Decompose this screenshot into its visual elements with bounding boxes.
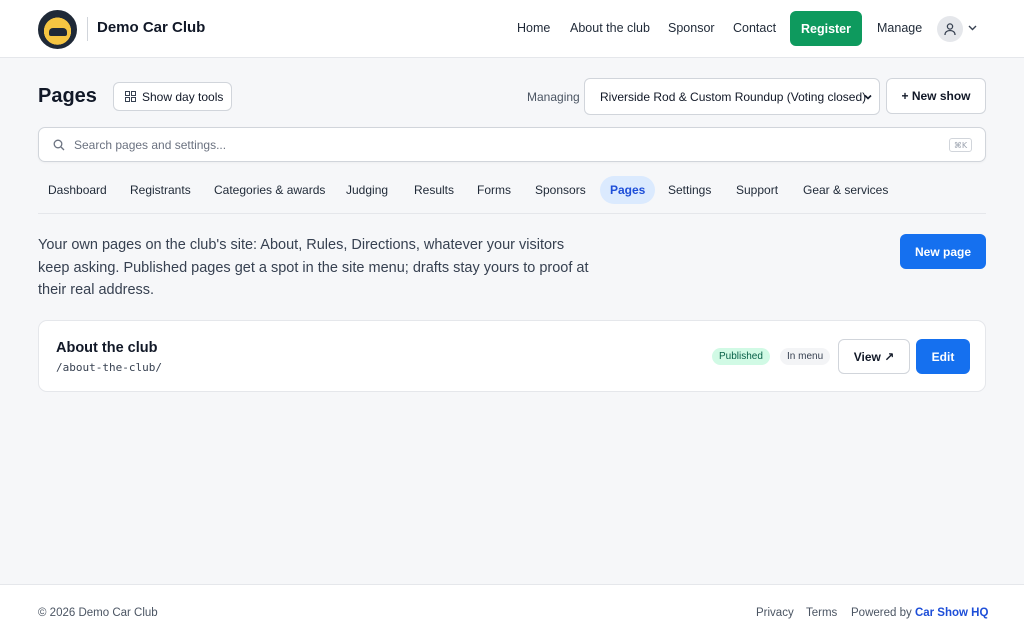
brand-name[interactable]: Demo Car Club — [97, 19, 205, 36]
register-button[interactable]: Register — [790, 11, 862, 46]
nav-manage[interactable]: Manage — [877, 21, 922, 35]
top-navbar: Demo Car Club Home About the club Sponso… — [0, 0, 1024, 58]
page-title-text: About the club — [56, 340, 158, 356]
new-page-button[interactable]: New page — [900, 234, 986, 269]
tab-categories-awards[interactable]: Categories & awards — [204, 176, 335, 204]
powered-brand-link[interactable]: Car Show HQ — [915, 607, 988, 619]
user-icon — [944, 23, 956, 36]
chevron-down-icon[interactable] — [967, 22, 978, 33]
tab-gear-services[interactable]: Gear & services — [793, 176, 898, 204]
tab-judging[interactable]: Judging — [336, 176, 398, 204]
tab-support[interactable]: Support — [726, 176, 788, 204]
page-card: About the club /about-the-club/ Publishe… — [38, 320, 986, 392]
show-select[interactable]: Riverside Rod & Custom Roundup (Voting c… — [584, 78, 880, 115]
nav-contact[interactable]: Contact — [733, 21, 776, 35]
edit-button[interactable]: Edit — [916, 339, 970, 374]
powered-prefix: Powered by — [851, 607, 912, 619]
copyright: © 2026 Demo Car Club — [38, 607, 158, 619]
view-button[interactable]: View ↗ — [838, 339, 910, 374]
new-show-button[interactable]: + New show — [886, 78, 986, 114]
tab-settings[interactable]: Settings — [658, 176, 721, 204]
shortcut-hint: ⌘K — [949, 138, 972, 152]
club-logo[interactable] — [38, 10, 77, 49]
search-icon — [53, 139, 65, 151]
show-day-tools-button[interactable]: Show day tools — [113, 82, 232, 111]
tab-pages[interactable]: Pages — [600, 176, 656, 204]
tab-registrants[interactable]: Registrants — [120, 176, 201, 204]
footer: © 2026 Demo Car Club Privacy Terms Power… — [0, 584, 1024, 640]
published-badge: Published — [712, 348, 770, 365]
privacy-link[interactable]: Privacy — [756, 607, 794, 619]
nav-about[interactable]: About the club — [570, 21, 650, 35]
selected-show: Riverside Rod & Custom Roundup (Voting c… — [600, 89, 867, 104]
terms-link[interactable]: Terms — [806, 607, 837, 619]
car-icon — [48, 27, 67, 36]
chevron-down-icon — [864, 94, 872, 100]
tab-results[interactable]: Results — [404, 176, 464, 204]
search-bar: ⌘K — [38, 127, 986, 162]
brand-divider — [87, 17, 88, 41]
page-path: /about-the-club/ — [56, 361, 162, 374]
page-title: Pages — [38, 85, 97, 107]
tab-sponsors[interactable]: Sponsors — [525, 176, 596, 204]
user-avatar[interactable] — [937, 16, 963, 42]
nav-sponsor[interactable]: Sponsor — [668, 21, 715, 35]
intro-text: Your own pages on the club's site: About… — [38, 237, 589, 298]
tab-forms[interactable]: Forms — [467, 176, 521, 204]
tabs-divider — [38, 213, 986, 214]
search-input[interactable] — [74, 128, 934, 161]
tab-dashboard[interactable]: Dashboard — [38, 176, 117, 204]
show-day-tools-label: Show day tools — [142, 89, 224, 104]
managing-label: Managing — [527, 90, 580, 104]
nav-home[interactable]: Home — [517, 21, 550, 35]
in-menu-badge: In menu — [780, 348, 831, 365]
grid-icon — [125, 91, 136, 102]
powered-by: Powered by Car Show HQ — [851, 607, 988, 619]
